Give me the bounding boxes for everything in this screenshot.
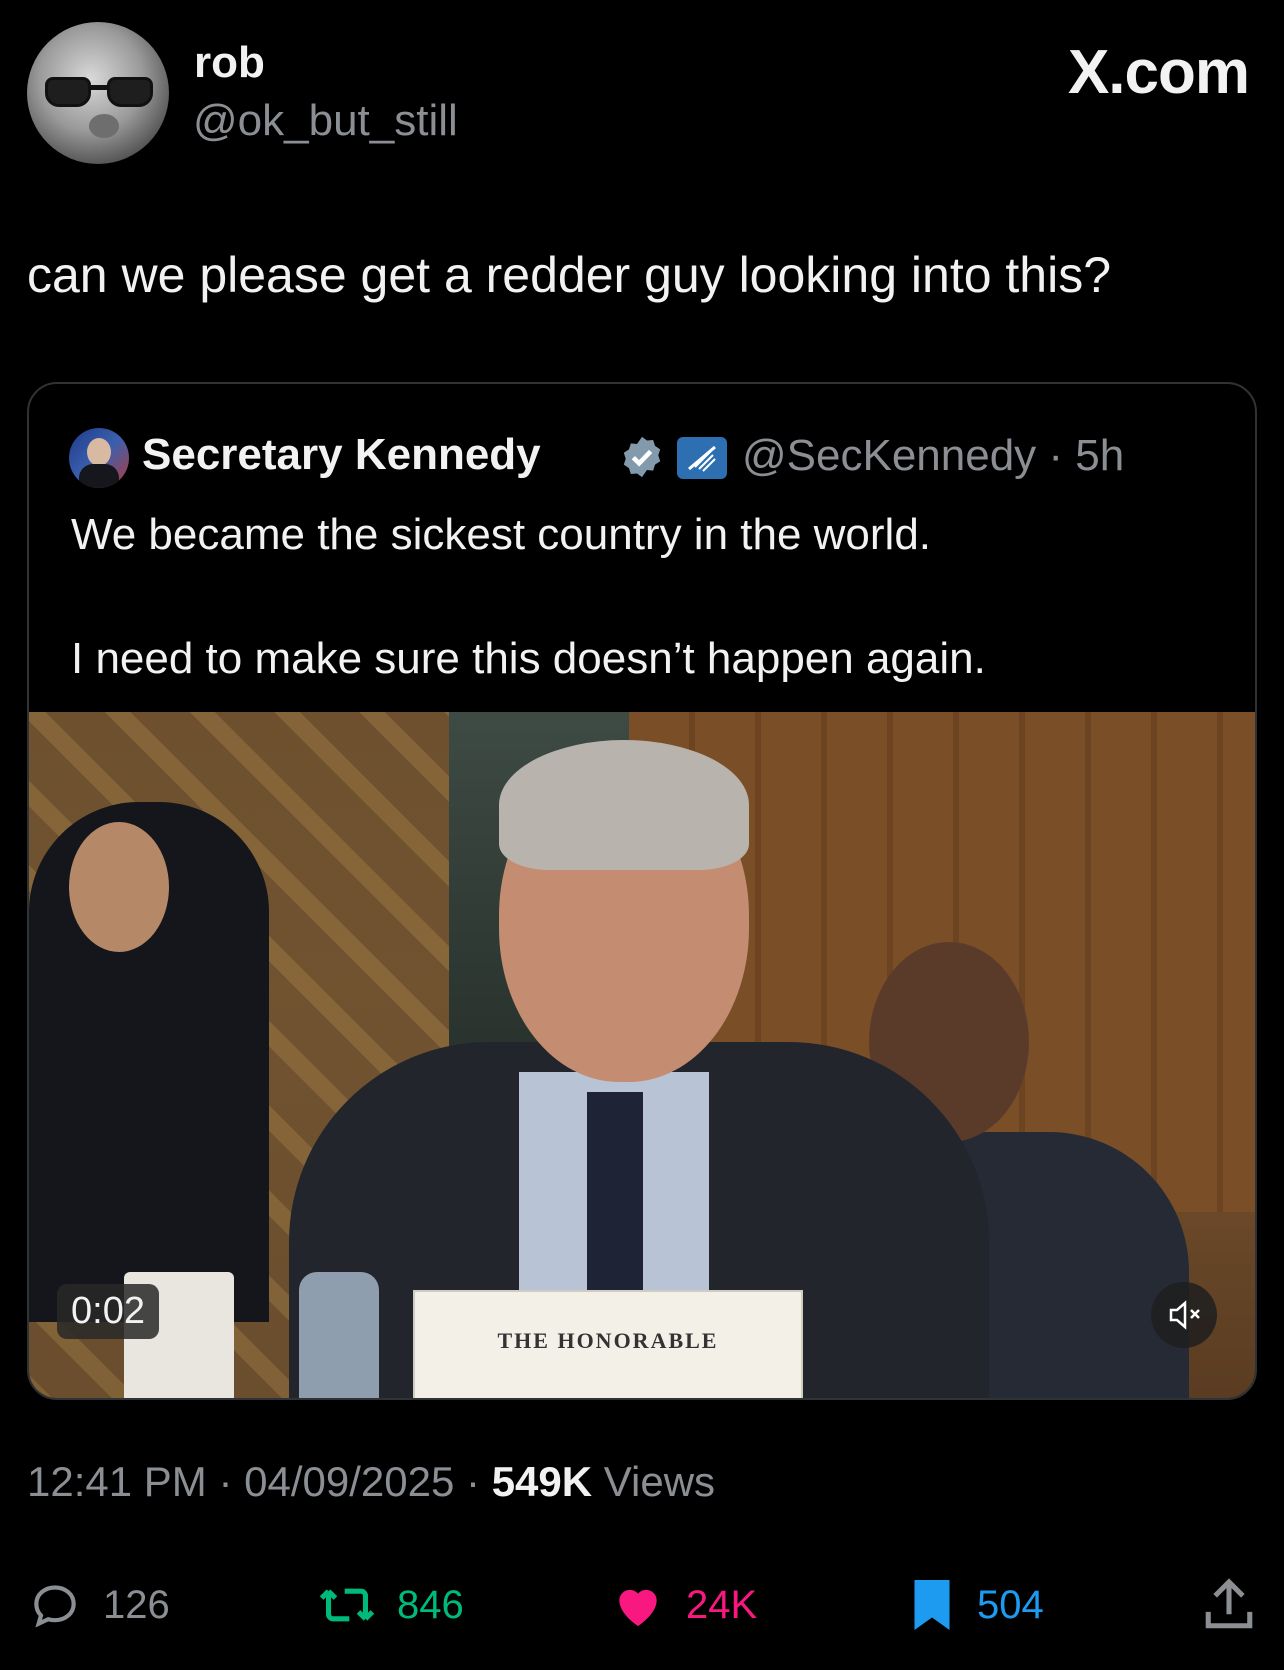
reply-icon (34, 1585, 76, 1628)
user-avatar[interactable] (27, 22, 169, 164)
quote-author-name[interactable]: Secretary Kennedy (142, 430, 541, 480)
quote-handle-time[interactable]: @SecKennedy · 5h (742, 431, 1124, 481)
placard-text: THE HONORABLE (497, 1328, 719, 1353)
officer-face (69, 822, 169, 952)
quote-text-line2: I need to make sure this doesn’t happen … (71, 634, 986, 683)
like-button[interactable]: 24K (610, 1570, 757, 1640)
action-bar: 126 846 24K 504 (27, 1570, 1257, 1640)
quote-text-line1: We became the sickest country in the wor… (71, 510, 932, 559)
mute-icon (1169, 1300, 1200, 1330)
tweet-meta: 12:41 PM · 04/09/2025 · 549K Views (27, 1458, 715, 1506)
tweet-time[interactable]: 12:41 PM (27, 1458, 207, 1505)
avatar-glasses (45, 77, 153, 107)
repost-count: 846 (397, 1582, 464, 1627)
mute-button[interactable] (1151, 1282, 1217, 1348)
bookmark-button[interactable]: 504 (907, 1570, 1044, 1640)
bookmark-count: 504 (977, 1582, 1044, 1627)
views-count: 549K (491, 1458, 593, 1505)
video-timer: 0:02 (57, 1284, 159, 1339)
views-label: Views (603, 1458, 716, 1505)
share-icon (1205, 1578, 1253, 1629)
avatar-nose (89, 114, 119, 138)
user-handle[interactable]: @ok_but_still (193, 96, 458, 146)
tweet-text: can we please get a redder guy looking i… (27, 247, 1112, 303)
quoted-tweet[interactable]: Secretary Kennedy @SecKennedy · 5h We be… (27, 382, 1257, 1400)
reply-button[interactable]: 126 (27, 1570, 170, 1640)
brand-logo: X.com (1067, 38, 1250, 107)
meta-separator: · (466, 1458, 481, 1505)
tweet-date[interactable]: 04/09/2025 (244, 1458, 454, 1505)
share-button[interactable] (1201, 1570, 1257, 1640)
user-name[interactable]: rob (194, 38, 265, 88)
repost-icon (319, 1588, 375, 1622)
video-player[interactable]: THE HONORABLE 0:02 (29, 712, 1255, 1398)
name-placard: THE HONORABLE (413, 1290, 803, 1398)
bookmark-icon (914, 1580, 950, 1630)
verified-icon (623, 436, 661, 478)
quote-header: Secretary Kennedy @SecKennedy · 5h (69, 426, 1219, 492)
water-bottle (299, 1272, 379, 1398)
tweet-header: rob @ok_but_still X.com (27, 22, 1257, 167)
speaker-hair (499, 740, 749, 870)
quote-avatar[interactable] (69, 428, 129, 488)
repost-button[interactable]: 846 (317, 1570, 464, 1640)
reply-count: 126 (103, 1582, 170, 1627)
agency-badge-icon (677, 437, 727, 479)
like-count: 24K (686, 1582, 758, 1627)
meta-separator: · (218, 1458, 233, 1505)
like-icon (619, 1589, 657, 1626)
